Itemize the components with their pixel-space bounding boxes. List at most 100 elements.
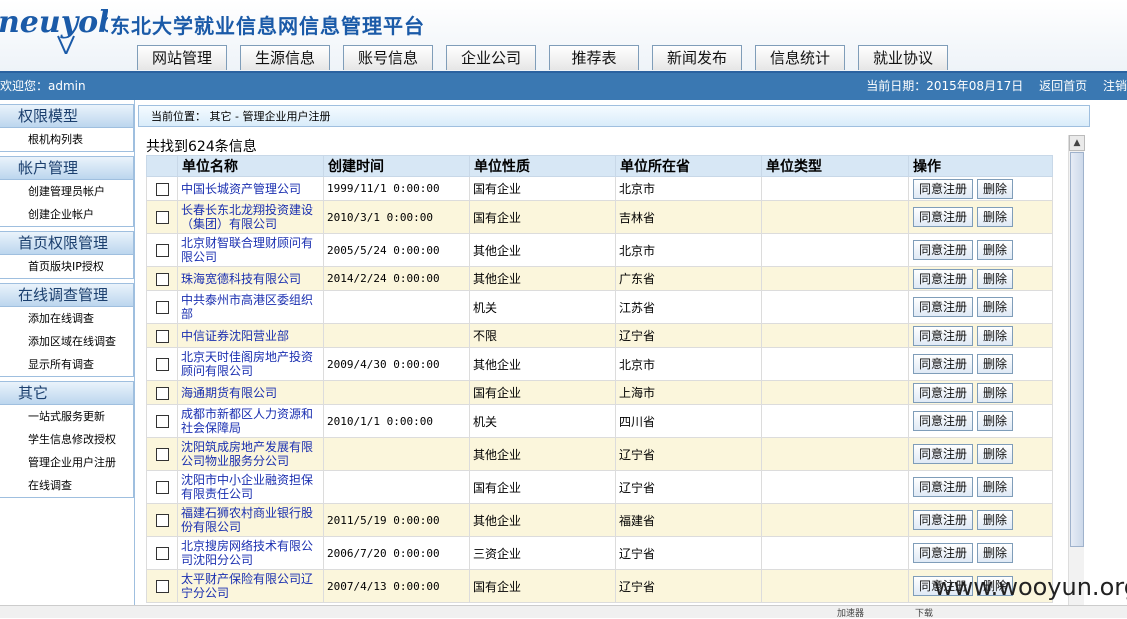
row-checkbox[interactable] [155, 415, 169, 428]
delete-button[interactable]: 删除 [977, 382, 1014, 403]
row-checkbox[interactable] [155, 514, 169, 527]
row-checkbox-cell [146, 569, 178, 603]
approve-button[interactable]: 同意注册 [913, 510, 974, 530]
unit-name-link[interactable]: 中国长城资产管理公司 [177, 176, 324, 201]
approve-button[interactable]: 同意注册 [913, 382, 974, 403]
approve-button[interactable]: 同意注册 [913, 178, 974, 199]
row-checkbox[interactable] [155, 301, 169, 314]
sidebar-item[interactable]: 在线调查 [0, 474, 133, 497]
row-checkbox[interactable] [155, 580, 169, 593]
delete-button[interactable]: 删除 [977, 240, 1014, 260]
row-checkbox[interactable] [155, 481, 169, 494]
unit-type [761, 536, 909, 570]
row-checkbox[interactable] [155, 448, 169, 461]
unit-name-link[interactable]: 沈阳筑成房地产发展有限公司物业服务分公司 [177, 437, 324, 471]
approve-button[interactable]: 同意注册 [913, 444, 974, 464]
nav-tab[interactable]: 信息统计 [755, 45, 845, 70]
sidebar-item[interactable]: 首页版块IP授权 [0, 255, 133, 278]
sidebar-group-title[interactable]: 帐户管理 [0, 157, 133, 180]
delete-button[interactable]: 删除 [977, 354, 1014, 374]
unit-province: 广东省 [615, 266, 762, 291]
unit-name-link[interactable]: 中信证券沈阳营业部 [177, 323, 324, 348]
row-checkbox[interactable] [155, 386, 169, 400]
unit-name-link[interactable]: 北京搜房网络技术有限公司沈阳分公司 [177, 536, 324, 570]
create-time: 2005/5/24 0:00:00 [323, 233, 470, 267]
sidebar-group-title[interactable]: 在线调查管理 [0, 284, 133, 307]
sidebar-group: 在线调查管理 添加在线调查 添加区域在线调查 显示所有调查 [0, 283, 134, 377]
row-checkbox[interactable] [155, 329, 169, 343]
unit-name-link[interactable]: 海通期货有限公司 [177, 380, 324, 405]
scroll-up-icon[interactable]: ▲ [1069, 135, 1085, 151]
approve-button[interactable]: 同意注册 [913, 477, 974, 497]
table-header-row: 单位名称 创建时间 单位性质 单位所在省 单位类型 操作 [146, 155, 1053, 177]
unit-name-link[interactable]: 沈阳市中小企业融资担保有限责任公司 [177, 470, 324, 504]
nav-tab[interactable]: 新闻发布 [652, 45, 742, 70]
sidebar-item[interactable]: 学生信息修改授权 [0, 428, 133, 451]
unit-name-link[interactable]: 太平财产保险有限公司辽宁分公司 [177, 569, 324, 603]
delete-button[interactable]: 删除 [977, 325, 1014, 346]
scroll-thumb[interactable] [1069, 152, 1084, 547]
delete-button[interactable]: 删除 [977, 543, 1014, 563]
approve-button[interactable]: 同意注册 [913, 297, 974, 317]
vertical-scrollbar[interactable]: ▲ [1068, 135, 1085, 605]
nav-tab[interactable]: 企业公司 [446, 45, 536, 70]
home-link[interactable]: 返回首页 [1039, 79, 1087, 93]
delete-button[interactable]: 删除 [977, 268, 1014, 289]
approve-button[interactable]: 同意注册 [913, 325, 974, 346]
unit-name-link[interactable]: 福建石狮农村商业银行股份有限公司 [177, 503, 324, 537]
row-checkbox[interactable] [155, 272, 169, 286]
approve-button[interactable]: 同意注册 [913, 268, 974, 289]
current-date: 当前日期：2015年08月17日 [866, 79, 1024, 93]
sidebar-item[interactable]: 根机构列表 [0, 128, 133, 151]
delete-button[interactable]: 删除 [977, 411, 1014, 431]
approve-button[interactable]: 同意注册 [913, 411, 974, 431]
row-checkbox[interactable] [155, 547, 169, 560]
delete-button[interactable]: 删除 [977, 178, 1014, 199]
delete-button[interactable]: 删除 [977, 207, 1014, 227]
row-checkbox-cell [146, 347, 178, 381]
sidebar-item[interactable]: 创建企业帐户 [0, 203, 133, 226]
row-checkbox[interactable] [155, 182, 169, 196]
row-checkbox[interactable] [155, 358, 169, 371]
unit-name-link[interactable]: 珠海宽德科技有限公司 [177, 266, 324, 291]
create-time: 2014/2/24 0:00:00 [323, 266, 470, 291]
sidebar-group-title[interactable]: 其它 [0, 382, 133, 405]
unit-name-link[interactable]: 北京财智联合理财顾问有限公司 [177, 233, 324, 267]
nav-tab[interactable]: 网站管理 [137, 45, 227, 70]
create-time: 2010/1/1 0:00:00 [323, 404, 470, 438]
nav-tab[interactable]: 生源信息 [240, 45, 330, 70]
unit-province: 北京市 [615, 233, 762, 267]
sidebar-item[interactable]: 显示所有调查 [0, 353, 133, 376]
nav-tab[interactable]: 就业协议 [858, 45, 948, 70]
table-row: 福建石狮农村商业银行股份有限公司 2011/5/19 0:00:00 其他企业 福建省… [146, 503, 1053, 537]
row-checkbox[interactable] [155, 211, 169, 224]
sidebar-item[interactable]: 创建管理员帐户 [0, 180, 133, 203]
sidebar-group: 帐户管理 创建管理员帐户 创建企业帐户 [0, 156, 134, 227]
delete-button[interactable]: 删除 [977, 510, 1014, 530]
row-operations: 同意注册 删除 [908, 290, 1053, 324]
sidebar-group-title[interactable]: 权限模型 [0, 105, 133, 128]
delete-button[interactable]: 删除 [977, 477, 1014, 497]
delete-button[interactable]: 删除 [977, 444, 1014, 464]
unit-name-link[interactable]: 北京天时佳阁房地产投资顾问有限公司 [177, 347, 324, 381]
nav-tab[interactable]: 推荐表 [549, 45, 639, 70]
status-bar: 加速器 下载 [0, 605, 1127, 619]
approve-button[interactable]: 同意注册 [913, 240, 974, 260]
approve-button[interactable]: 同意注册 [913, 354, 974, 374]
sidebar-group-title[interactable]: 首页权限管理 [0, 232, 133, 255]
unit-name-link[interactable]: 中共泰州市高港区委组织部 [177, 290, 324, 324]
unit-name-link[interactable]: 成都市新都区人力资源和社会保障局 [177, 404, 324, 438]
unit-province: 四川省 [615, 404, 762, 438]
logout-link[interactable]: 注销 [1103, 79, 1127, 93]
approve-button[interactable]: 同意注册 [913, 207, 974, 227]
sidebar-item[interactable]: 一站式服务更新 [0, 405, 133, 428]
header-unit-province: 单位所在省 [615, 155, 762, 177]
sidebar-item[interactable]: 管理企业用户注册 [0, 451, 133, 474]
sidebar-item[interactable]: 添加区域在线调查 [0, 330, 133, 353]
sidebar-item[interactable]: 添加在线调查 [0, 307, 133, 330]
approve-button[interactable]: 同意注册 [913, 543, 974, 563]
nav-tab[interactable]: 账号信息 [343, 45, 433, 70]
row-checkbox[interactable] [155, 244, 169, 257]
delete-button[interactable]: 删除 [977, 297, 1014, 317]
unit-name-link[interactable]: 长春长东北龙翔投资建设（集团）有限公司 [177, 200, 324, 234]
